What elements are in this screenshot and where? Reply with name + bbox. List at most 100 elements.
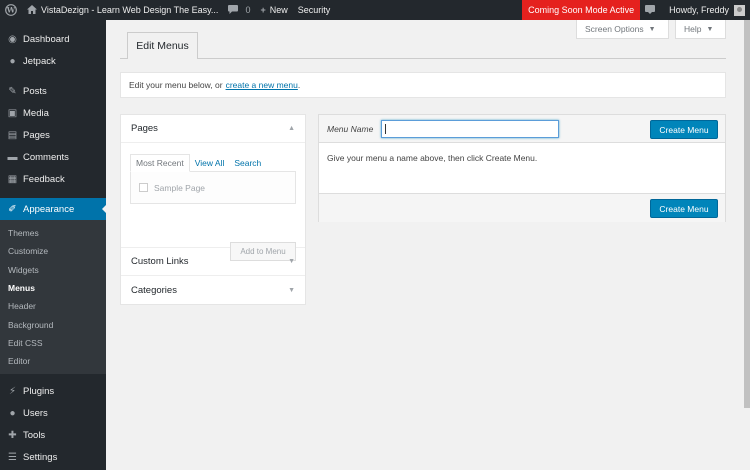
- sidebar-item-label: Pages: [23, 129, 50, 141]
- wordpress-logo-icon[interactable]: W: [0, 0, 22, 20]
- sidebar-item-label: Posts: [23, 85, 47, 97]
- new-content-link[interactable]: + New: [255, 0, 292, 20]
- notice-end: .: [297, 80, 301, 90]
- sidebar-item-appearance[interactable]: ✐ Appearance: [0, 198, 106, 220]
- users-icon: ●: [9, 407, 16, 419]
- security-link[interactable]: Security: [293, 0, 336, 20]
- coming-soon-badge[interactable]: Coming Soon Mode Active: [522, 0, 641, 20]
- submenu-item-menus[interactable]: Menus: [0, 279, 106, 297]
- sidebar-item-label: Jetpack: [23, 55, 56, 67]
- accordion-pages-header[interactable]: Pages ▲: [121, 115, 305, 143]
- site-name-link[interactable]: VistaDezign - Learn Web Design The Easy.…: [22, 0, 223, 20]
- screen-options-button[interactable]: Screen Options ▼: [576, 20, 669, 39]
- comments-count: 0: [245, 5, 251, 15]
- wrench-icon: ✚: [8, 429, 17, 441]
- security-label: Security: [297, 5, 331, 15]
- chevron-down-icon: ▼: [288, 286, 295, 294]
- plug-icon: ⚡: [8, 385, 17, 397]
- page-scrollbar[interactable]: [744, 20, 750, 408]
- accordion-custom-links-title: Custom Links: [131, 256, 189, 267]
- accordion-categories-title: Categories: [131, 284, 177, 296]
- comments-icon: ▬: [7, 151, 18, 163]
- chevron-down-icon: ▼: [288, 258, 295, 265]
- sidebar-item-label: Tools: [23, 429, 46, 441]
- sidebar-item-users[interactable]: ● Users: [0, 402, 106, 424]
- menu-edit-footer: Create Menu: [319, 194, 725, 222]
- jetpack-icon: ●: [9, 55, 16, 67]
- submenu-item-widgets[interactable]: Widgets: [0, 261, 106, 279]
- menu-instruction: Give your menu a name above, then click …: [319, 143, 725, 194]
- howdy-label: Howdy, Freddy: [669, 5, 729, 15]
- accordion-pages-title: Pages: [131, 123, 158, 134]
- pin-icon: ✎: [8, 85, 17, 97]
- brush-icon: ✐: [8, 203, 17, 215]
- tab-most-recent[interactable]: Most Recent: [130, 154, 190, 172]
- accordion-categories-header[interactable]: Categories ▼: [121, 276, 305, 304]
- feedback-icon: ▦: [7, 173, 18, 185]
- sidebar-item-label: Comments: [23, 151, 69, 163]
- notification-icon: [645, 4, 656, 16]
- sidebar-item-feedback[interactable]: ▦ Feedback: [0, 168, 106, 190]
- pages-panel: Most Recent View All Search Sample Page …: [121, 143, 305, 261]
- sidebar-item-label: Media: [23, 107, 49, 119]
- manage-menus-notice: Edit your menu below, or create a new me…: [120, 72, 726, 98]
- accordion-custom-links-header[interactable]: Custom Links ▼: [121, 248, 305, 276]
- admin-bar: W VistaDezign - Learn Web Design The Eas…: [0, 0, 750, 20]
- submenu-item-edit-css[interactable]: Edit CSS: [0, 334, 106, 352]
- chevron-up-icon: ▲: [288, 125, 295, 132]
- sidebar-item-pages[interactable]: ▤ Pages: [0, 124, 106, 146]
- sidebar-item-label: Feedback: [23, 173, 65, 185]
- sidebar-item-plugins[interactable]: ⚡ Plugins: [0, 380, 106, 402]
- settings-icon: ☰: [8, 451, 17, 463]
- create-menu-button-bottom[interactable]: Create Menu: [650, 199, 718, 218]
- notice-text: Edit your menu below, or: [129, 80, 223, 90]
- tab-search[interactable]: Search: [229, 158, 266, 171]
- sidebar-item-label: Appearance: [23, 203, 75, 215]
- dashboard-icon: ◉: [8, 33, 17, 45]
- tab-view-all[interactable]: View All: [190, 158, 230, 171]
- sidebar-item-tools[interactable]: ✚ Tools: [0, 424, 106, 446]
- sample-page-checkbox[interactable]: [139, 183, 148, 192]
- menu-name-input[interactable]: [381, 120, 559, 138]
- comments-link[interactable]: 0: [223, 0, 255, 20]
- sidebar-item-comments[interactable]: ▬ Comments: [0, 146, 106, 168]
- sidebar-item-jetpack[interactable]: ● Jetpack: [0, 50, 106, 72]
- site-name: VistaDezign - Learn Web Design The Easy.…: [41, 5, 219, 15]
- help-label: Help: [684, 24, 702, 34]
- create-menu-button-top[interactable]: Create Menu: [650, 120, 718, 139]
- submenu-item-customize[interactable]: Customize: [0, 242, 106, 260]
- tab-edit-menus[interactable]: Edit Menus: [127, 32, 198, 59]
- sidebar-item-media[interactable]: ▣ Media: [0, 102, 106, 124]
- help-button[interactable]: Help ▼: [675, 20, 726, 39]
- notifications-link[interactable]: [640, 0, 664, 20]
- submenu-item-header[interactable]: Header: [0, 297, 106, 315]
- create-new-menu-link[interactable]: create a new menu: [226, 80, 298, 90]
- screen-options-label: Screen Options: [585, 24, 644, 34]
- comment-bubble-icon: [228, 4, 239, 16]
- submenu-item-editor[interactable]: Editor: [0, 352, 106, 370]
- submenu-item-background[interactable]: Background: [0, 315, 106, 333]
- pages-tabs: Most Recent View All Search: [130, 153, 296, 172]
- avatar: [734, 4, 745, 16]
- menu-edit-panel: Menu Name Create Menu Give your menu a n…: [318, 114, 726, 222]
- sample-page-label: Sample Page: [154, 182, 206, 193]
- new-label: New: [269, 5, 288, 15]
- sidebar-item-posts[interactable]: ✎ Posts: [0, 80, 106, 102]
- tab-divider: [120, 58, 726, 59]
- my-account-link[interactable]: Howdy, Freddy: [664, 0, 750, 20]
- admin-sidebar: ◉ Dashboard ● Jetpack ✎ Posts ▣ Media ▤ …: [0, 20, 106, 470]
- sidebar-item-dashboard[interactable]: ◉ Dashboard: [0, 28, 106, 50]
- sidebar-item-settings[interactable]: ☰ Settings: [0, 446, 106, 468]
- home-icon: [27, 4, 37, 16]
- sidebar-item-label: Plugins: [23, 385, 55, 397]
- sidebar-item-label: Users: [23, 407, 48, 419]
- chevron-down-icon: ▼: [648, 25, 656, 33]
- media-icon: ▣: [7, 107, 18, 119]
- plus-icon: +: [260, 5, 266, 15]
- appearance-submenu: Themes Customize Widgets Menus Header Ba…: [0, 220, 106, 375]
- pages-icon: ▤: [7, 129, 18, 141]
- submenu-item-themes[interactable]: Themes: [0, 224, 106, 242]
- pages-list: Sample Page: [130, 171, 296, 204]
- svg-text:W: W: [6, 6, 16, 15]
- menu-name-label: Menu Name: [327, 124, 374, 134]
